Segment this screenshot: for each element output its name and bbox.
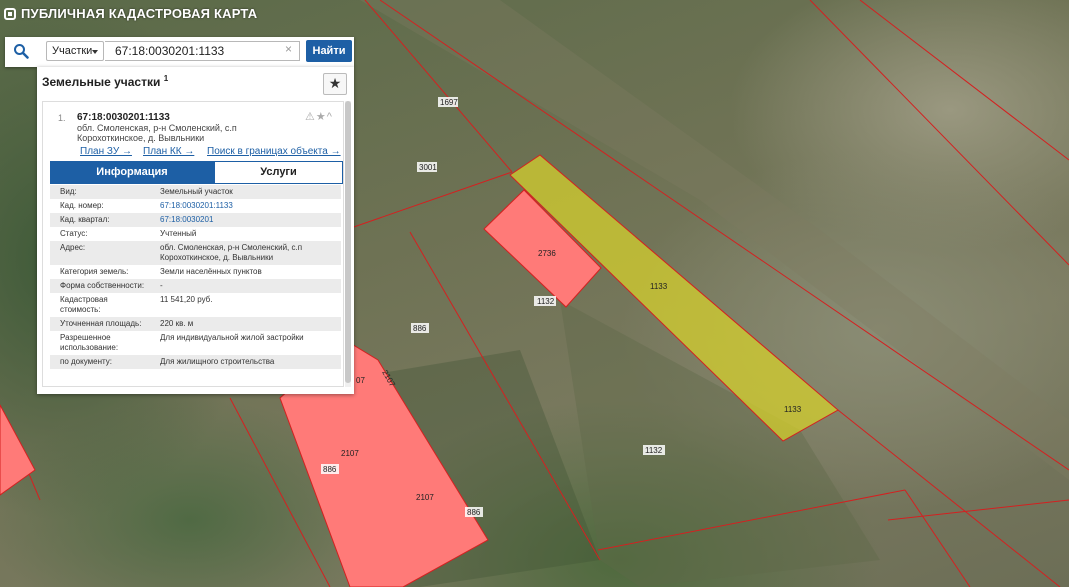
map-label-886-b: 886 [323,465,337,474]
result-address: обл. Смоленская, р-н Смоленский, с.п Кор… [77,123,237,143]
parcel-left [0,404,36,496]
clear-icon[interactable]: × [285,42,292,56]
prop-row: Форма собственности: - [50,279,341,293]
map-label-2107: 2107 [341,449,359,458]
favorites-button[interactable]: ★ [323,73,347,95]
map-label-2107-b: 2107 [416,493,434,502]
search-button[interactable]: Найти [306,40,352,62]
prop-row: Кад. квартал: 67:18:0030201 [50,213,341,227]
link-plan-kk[interactable]: План КК → [143,146,194,157]
prop-value: 11 541,20 руб. [160,295,213,304]
app-title: ПУБЛИЧНАЯ КАДАСТРОВАЯ КАРТА [4,6,257,21]
prop-row: Категория земель: Земли населённых пункто… [50,265,341,279]
prop-label: Разрешенное использование: [60,333,119,352]
prop-value: 220 кв. м [160,319,194,328]
search-icon[interactable] [13,43,29,59]
prop-label: Кад. номер: [60,201,104,210]
map-label-1133: 1133 [650,282,668,291]
prop-label: Статус: [60,229,88,238]
search-type-select[interactable]: Участки [46,41,104,61]
link-search-within[interactable]: Поиск в границах объекта → [207,146,341,157]
result-list: 1. 67:18:0030201:1133 обл. Смоленская, р… [42,101,344,387]
scrollbar[interactable] [345,101,351,387]
prop-label: по документу: [60,357,112,366]
prop-row: Адрес: обл. Смоленская, р-н Смоленский, с… [50,241,341,265]
scrollbar-thumb[interactable] [345,101,351,383]
prop-value: Для индивидуальной жилой застройки [160,333,304,342]
panel-title: Земельные участки 1 [42,74,168,89]
map-label-886: 886 [413,324,427,333]
prop-value: Учтенный [160,229,197,238]
map-label-3001: 3001 [419,163,437,172]
prop-label: Кад. квартал: [60,215,110,224]
link-plan-zu[interactable]: План ЗУ → [80,146,132,157]
prop-row: Статус: Учтенный [50,227,341,241]
result-count: 1 [163,74,169,83]
logo-icon [4,7,16,20]
map-label-1697: 1697 [440,98,458,107]
prop-row: Кадастровая стоимость: 11 541,20 руб. [50,293,341,317]
search-input[interactable] [105,41,300,61]
search-type-label: Участки [52,45,93,57]
tab-services[interactable]: Услуги [214,161,343,184]
map-label-1132-b: 1132 [645,446,663,455]
tab-information[interactable]: Информация [50,161,214,184]
prop-value-link[interactable]: 67:18:0030201 [146,213,341,227]
prop-label: Форма собственности: [60,281,145,290]
properties-table: Вид: Земельный участок Кад. номер: 67:18:0… [50,185,341,369]
prop-label: Вид: [60,187,77,196]
prop-row: Кад. номер: 67:18:0030201:1133 [50,199,341,213]
prop-row: по документу: Для жилищного строительства [50,355,341,369]
prop-value: - [160,281,163,290]
map-label-1132: 1132 [537,297,555,306]
prop-row: Разрешенное использование: Для индивидуал… [50,331,341,355]
prop-value: Для жилищного строительства [160,357,275,366]
prop-value: Земли населённых пунктов [160,267,262,276]
prop-value: обл. Смоленская, р-н Смоленский, с.п Кор… [160,243,303,262]
prop-label: Кадастровая стоимость: [60,295,108,314]
map-label-886-c: 886 [467,508,481,517]
result-tools-icons[interactable]: ⚠★^ [305,110,333,123]
prop-value: Земельный участок [160,187,233,196]
prop-label: Категория земель: [60,267,129,276]
prop-label: Уточненная площадь: [60,319,142,328]
prop-row: Вид: Земельный участок [50,185,341,199]
app-title-text: ПУБЛИЧНАЯ КАДАСТРОВАЯ КАРТА [21,6,258,21]
result-number: 1. [58,113,66,123]
map-label-1133-b: 1133 [784,405,802,414]
prop-value-link[interactable]: 67:18:0030201:1133 [146,199,341,213]
prop-row: Уточненная площадь: 220 кв. м [50,317,341,331]
star-icon: ★ [328,75,342,91]
map-label-2736: 2736 [538,249,556,258]
panel-title-text: Земельные участки [42,75,161,89]
prop-label: Адрес: [60,243,86,252]
result-cad-number[interactable]: 67:18:0030201:1133 [77,112,170,123]
caret-down-icon [92,50,98,54]
results-panel: Земельные участки 1 ★ 1. 67:18:0030201:1… [37,67,354,394]
map-label-07: 07 [356,376,365,385]
search-bar: Участки × Найти [5,37,354,67]
